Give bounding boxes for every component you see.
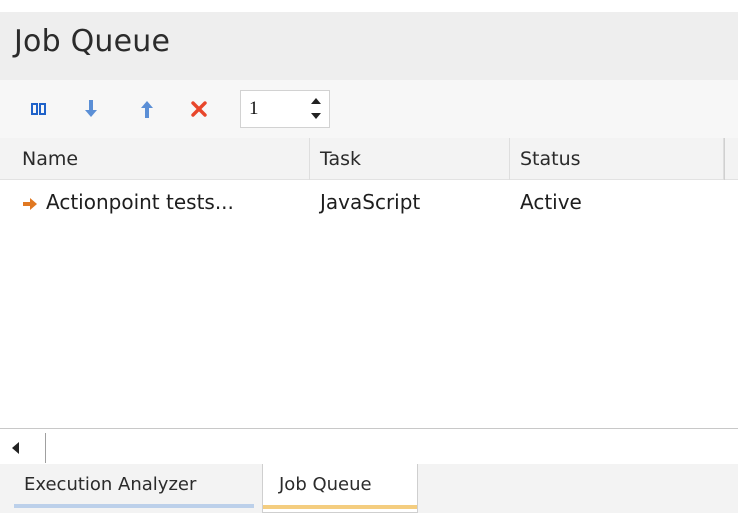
- thread-count-spinner[interactable]: [240, 90, 330, 128]
- chevron-up-icon: [311, 98, 321, 104]
- row-icon: [22, 180, 48, 224]
- delete-x-icon: [191, 101, 207, 117]
- tab-underline: [14, 504, 254, 508]
- column-header-status[interactable]: Status: [510, 138, 724, 180]
- row-task: JavaScript: [320, 190, 421, 214]
- tab-job-queue[interactable]: Job Queue: [262, 464, 418, 513]
- arrow-up-icon: [141, 101, 153, 118]
- pause-icon: [31, 103, 46, 115]
- spinner-up-button[interactable]: [305, 94, 327, 108]
- spinner-down-button[interactable]: [305, 109, 327, 123]
- tab-bar: Execution Analyzer Job Queue: [0, 464, 738, 513]
- chevron-left-icon: [12, 442, 19, 454]
- title-bar: Job Queue: [0, 12, 738, 80]
- row-status: Active: [520, 190, 582, 214]
- arrow-right-icon: [23, 197, 37, 210]
- window-title: Job Queue: [14, 24, 171, 59]
- toolbar: [0, 80, 738, 138]
- chevron-down-icon: [311, 113, 321, 119]
- delete-button[interactable]: [184, 94, 214, 124]
- pause-button[interactable]: [24, 94, 54, 124]
- row-name: Actionpoint tests...: [46, 190, 234, 214]
- move-up-button[interactable]: [132, 94, 162, 124]
- table-row[interactable]: Actionpoint tests... JavaScript Active: [0, 180, 738, 224]
- table-header: Name Task Status: [0, 138, 738, 180]
- tab-label: Job Queue: [279, 474, 372, 495]
- job-queue-panel: Job Queue 1 Name Task Status Actionpoint…: [0, 12, 738, 513]
- column-header-name[interactable]: Name: [0, 138, 310, 180]
- column-header-more[interactable]: [724, 138, 738, 180]
- spinner-input[interactable]: [249, 95, 299, 123]
- tab-execution-analyzer[interactable]: Execution Analyzer: [14, 464, 254, 513]
- spinner-arrows: [305, 94, 327, 124]
- job-list: Name Task Status Actionpoint tests... Ja…: [0, 138, 738, 428]
- arrow-down-icon: [85, 100, 97, 117]
- move-down-button[interactable]: [76, 94, 106, 124]
- tab-label: Execution Analyzer: [24, 474, 197, 495]
- column-header-task[interactable]: Task: [310, 138, 510, 180]
- horizontal-scrollbar[interactable]: [0, 428, 738, 465]
- scroll-left-button[interactable]: [10, 433, 46, 463]
- tab-underline-active: [263, 505, 417, 509]
